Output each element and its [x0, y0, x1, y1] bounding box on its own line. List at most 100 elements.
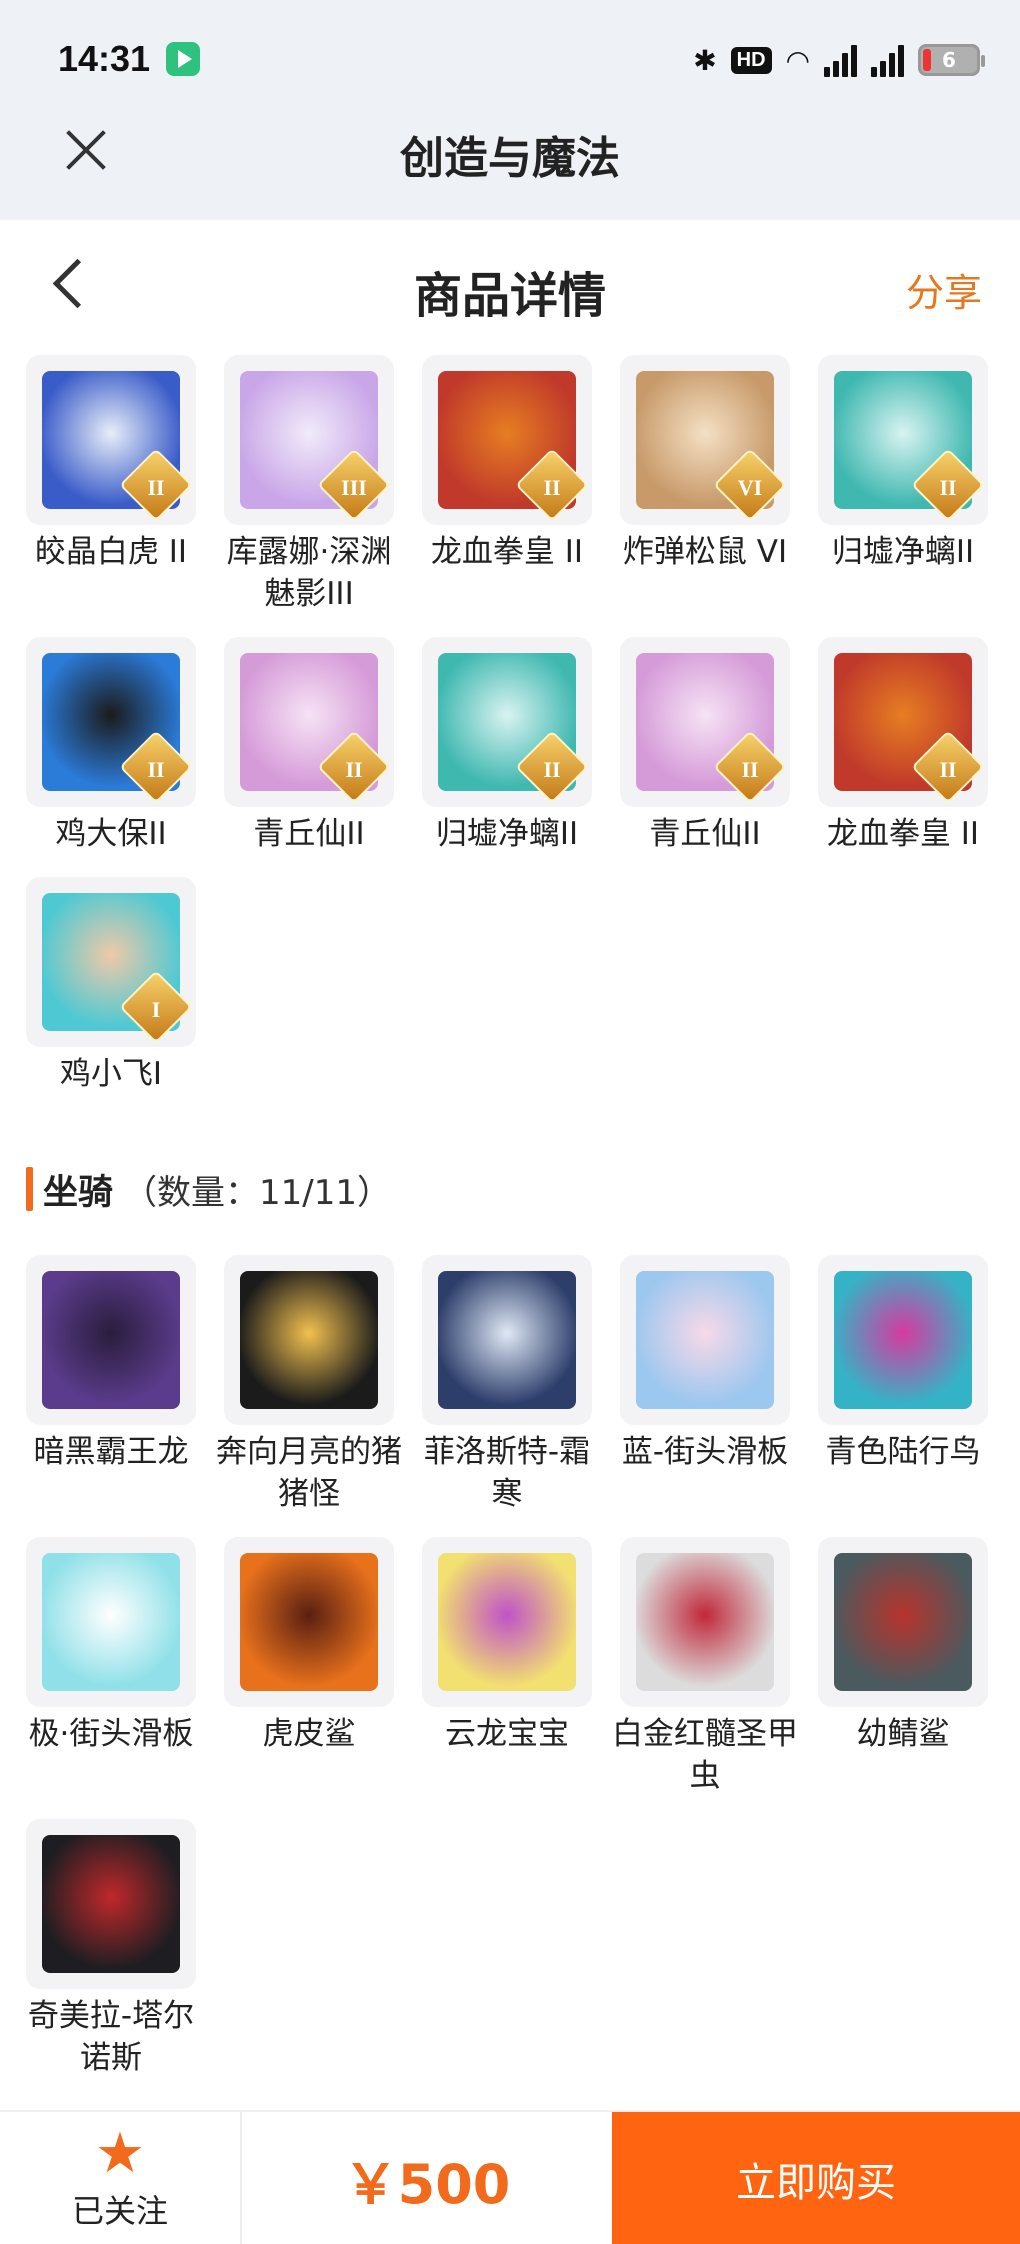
mount-thumbnail[interactable] [422, 1255, 592, 1425]
mount-image [438, 1553, 576, 1691]
pet-label: 鸡小飞I [59, 1056, 163, 1092]
app-header: 创造与魔法 [0, 110, 1020, 220]
pet-label: 归墟净螭II [831, 534, 975, 570]
mount-item[interactable]: 奇美拉-塔尔诺斯 [26, 1819, 196, 2079]
mount-item[interactable]: 奔向月亮的猪猪怪 [216, 1255, 402, 1515]
follow-button[interactable]: ★ 已关注 [0, 2112, 242, 2244]
pet-item[interactable]: II 青丘仙II [620, 637, 790, 855]
mount-image [438, 1271, 576, 1409]
mount-thumbnail[interactable] [224, 1537, 394, 1707]
mount-label: 奇美拉-塔尔诺斯 [27, 1998, 195, 2076]
mount-item[interactable]: 云龙宝宝 [422, 1537, 592, 1797]
mount-image [42, 1271, 180, 1409]
mounts-section-header: 坐骑 （数量：11/11） [26, 1165, 391, 1213]
mount-label: 菲洛斯特-霜寒 [423, 1434, 591, 1512]
app-notification-icon [166, 42, 200, 76]
pet-label: 鸡大保II [55, 816, 167, 852]
hd-icon: HD [730, 46, 772, 74]
signal-icon [824, 43, 857, 77]
mount-label: 幼鲭鲨 [856, 1716, 950, 1752]
follow-label: 已关注 [71, 2192, 168, 2230]
mount-thumbnail[interactable] [422, 1537, 592, 1707]
pet-thumbnail[interactable]: I [26, 877, 196, 1047]
pet-label: 龙血拳皇 II [430, 534, 584, 570]
pet-thumbnail[interactable]: II [224, 637, 394, 807]
pet-thumbnail[interactable]: II [818, 637, 988, 807]
mount-label: 白金红髓圣甲虫 [612, 1716, 798, 1794]
wifi-icon: ◠ [785, 43, 810, 77]
level-badge-text: II [345, 756, 363, 782]
page-header: 商品详情 分享 [0, 220, 1020, 350]
pets-grid: II 皎晶白虎 II III 库露娜·深渊魅影III II 龙血拳皇 II VI 炸弹松鼠 V… [26, 355, 1006, 1117]
mount-label: 云龙宝宝 [445, 1716, 569, 1752]
level-badge-text: II [939, 756, 957, 782]
buy-now-button[interactable]: 立即购买 [612, 2112, 1020, 2244]
mount-image [636, 1553, 774, 1691]
mount-image [834, 1553, 972, 1691]
mount-label: 极·街头滑板 [28, 1716, 194, 1752]
level-badge-text: I [151, 996, 161, 1022]
pet-item[interactable]: II 龙血拳皇 II [818, 637, 988, 855]
pet-label: 青丘仙II [253, 816, 365, 852]
star-icon: ★ [94, 2121, 146, 2186]
signal-icon-2 [871, 43, 904, 77]
mount-thumbnail[interactable] [26, 1819, 196, 1989]
pet-thumbnail[interactable]: II [818, 355, 988, 525]
mount-thumbnail[interactable] [620, 1537, 790, 1707]
pet-thumbnail[interactable]: II [422, 355, 592, 525]
mount-thumbnail[interactable] [26, 1255, 196, 1425]
pet-item[interactable]: II 鸡大保II [26, 637, 196, 855]
mount-label: 奔向月亮的猪猪怪 [216, 1434, 402, 1512]
mount-thumbnail[interactable] [620, 1255, 790, 1425]
level-badge-text: III [341, 474, 367, 500]
mount-image [42, 1835, 180, 1973]
pet-thumbnail[interactable]: II [26, 355, 196, 525]
mount-image [834, 1271, 972, 1409]
pet-item[interactable]: II 皎晶白虎 II [26, 355, 196, 615]
pet-label: 皎晶白虎 II [34, 534, 188, 570]
pet-item[interactable]: II 归墟净螭II [818, 355, 988, 615]
pet-label: 归墟净螭II [435, 816, 579, 852]
pet-thumbnail[interactable]: II [26, 637, 196, 807]
battery-level: 6 [942, 48, 956, 72]
mount-thumbnail[interactable] [224, 1255, 394, 1425]
mount-item[interactable]: 蓝-街头滑板 [620, 1255, 790, 1515]
level-badge-text: VI [737, 474, 763, 500]
level-badge-text: II [147, 474, 165, 500]
pet-label: 青丘仙II [649, 816, 761, 852]
mount-image [240, 1271, 378, 1409]
top-area: 14:31 ✱ HD ◠ 6 创造与魔法 [0, 0, 1020, 220]
pet-thumbnail[interactable]: III [224, 355, 394, 525]
share-button[interactable]: 分享 [906, 262, 982, 317]
mount-label: 青色陆行鸟 [825, 1434, 981, 1470]
pet-item[interactable]: III 库露娜·深渊魅影III [224, 355, 394, 615]
price: ￥500 [343, 2152, 511, 2216]
mount-thumbnail[interactable] [818, 1537, 988, 1707]
mount-item[interactable]: 青色陆行鸟 [818, 1255, 988, 1515]
mount-item[interactable]: 极·街头滑板 [26, 1537, 196, 1797]
mount-thumbnail[interactable] [26, 1537, 196, 1707]
pet-item[interactable]: I 鸡小飞I [26, 877, 196, 1095]
mount-item[interactable]: 幼鲭鲨 [818, 1537, 988, 1797]
status-time: 14:31 [58, 38, 151, 79]
pet-thumbnail[interactable]: II [422, 637, 592, 807]
level-badge-text: II [147, 756, 165, 782]
mount-item[interactable]: 虎皮鲨 [224, 1537, 394, 1797]
pet-label: 龙血拳皇 II [826, 816, 980, 852]
mount-item[interactable]: 白金红髓圣甲虫 [612, 1537, 798, 1797]
pet-item[interactable]: VI 炸弹松鼠 VI [620, 355, 790, 615]
pet-item[interactable]: II 归墟净螭II [422, 637, 592, 855]
level-badge-text: II [741, 756, 759, 782]
pet-item[interactable]: II 青丘仙II [224, 637, 394, 855]
section-count: （数量：11/11） [123, 1172, 391, 1213]
bluetooth-icon: ✱ [693, 43, 717, 77]
pet-thumbnail[interactable]: II [620, 637, 790, 807]
pet-thumbnail[interactable]: VI [620, 355, 790, 525]
mount-thumbnail[interactable] [818, 1255, 988, 1425]
level-badge-text: II [939, 474, 957, 500]
mount-item[interactable]: 暗黑霸王龙 [26, 1255, 196, 1515]
mount-item[interactable]: 菲洛斯特-霜寒 [422, 1255, 592, 1515]
mount-image [42, 1553, 180, 1691]
pet-item[interactable]: II 龙血拳皇 II [422, 355, 592, 615]
pet-label: 炸弹松鼠 VI [622, 534, 788, 570]
